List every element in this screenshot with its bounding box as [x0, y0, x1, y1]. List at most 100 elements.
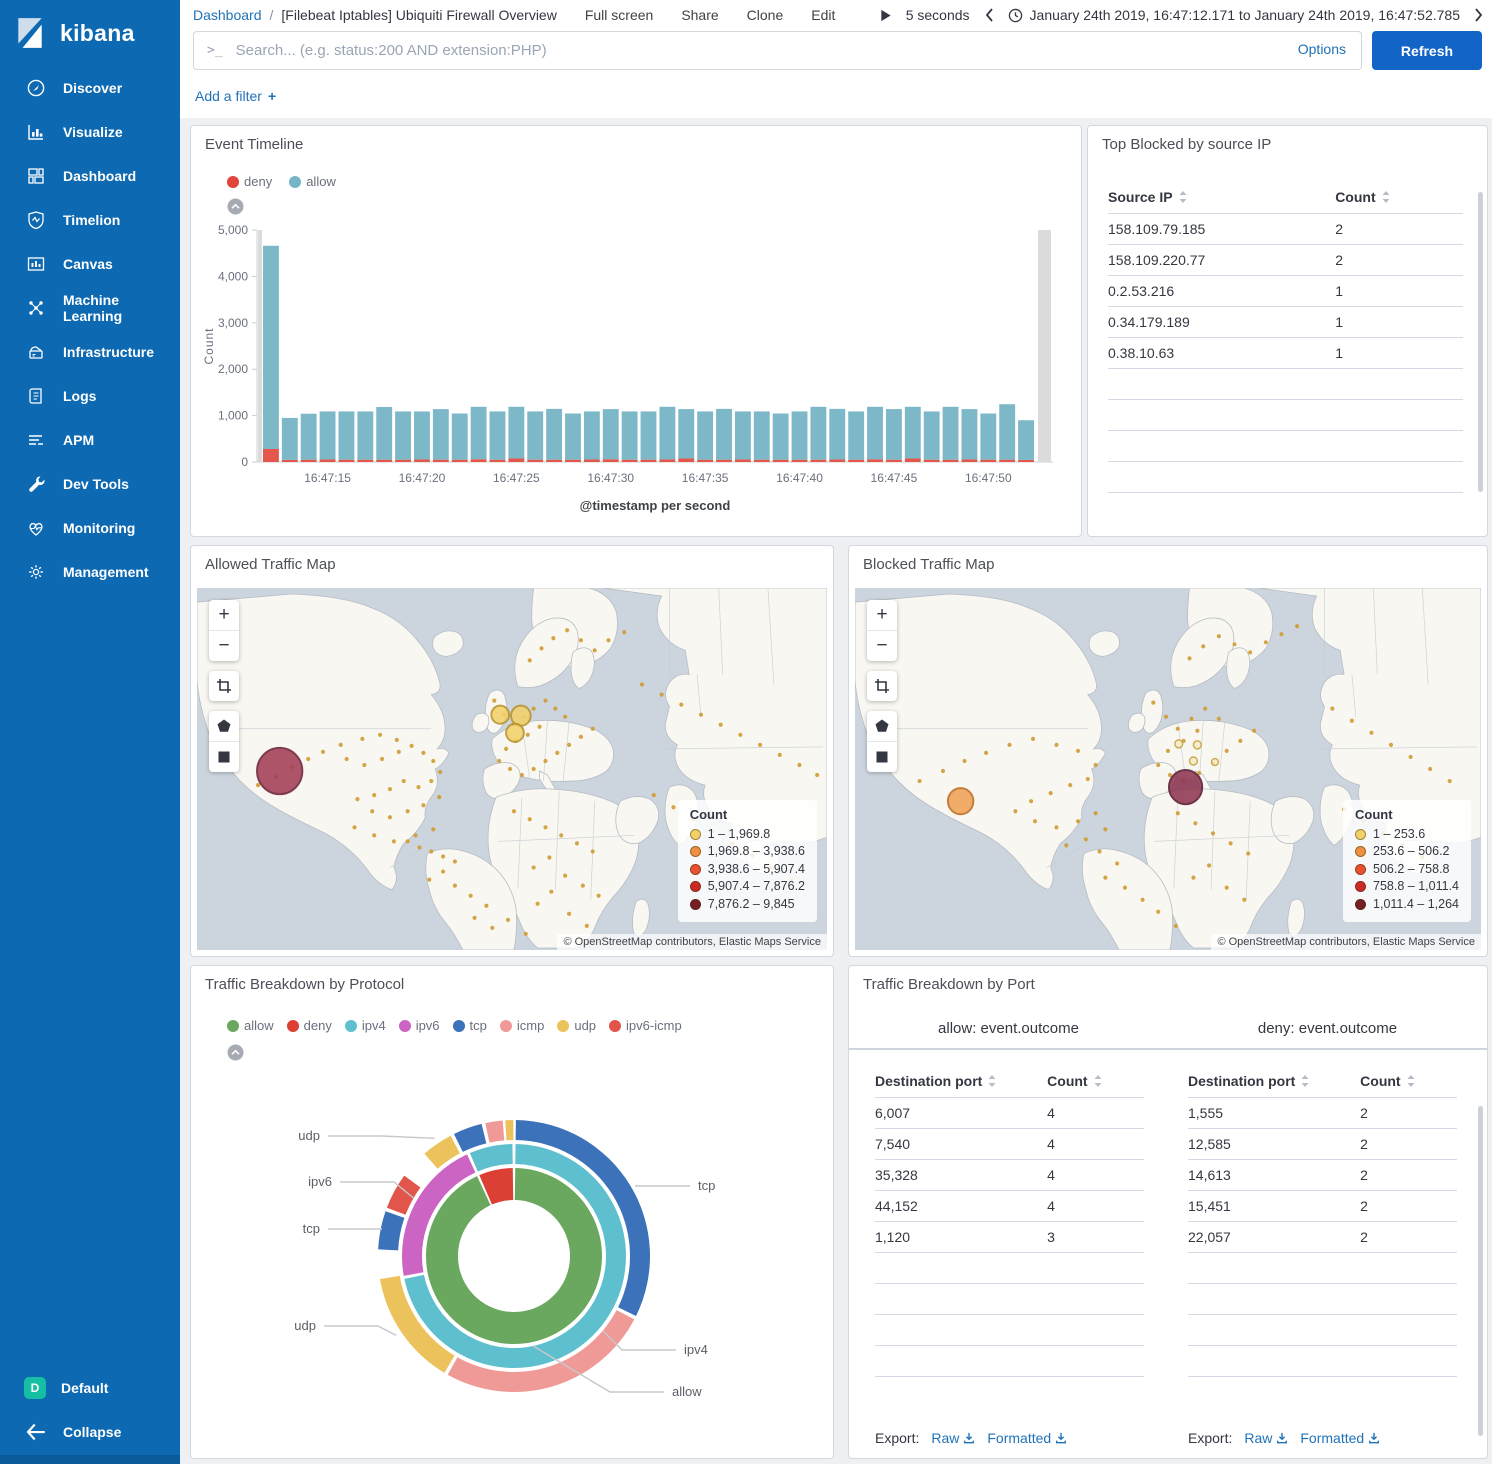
sunburst-segment-tcp[interactable]	[378, 1211, 404, 1250]
fit-data-bounds-button[interactable]	[209, 671, 239, 701]
menu-full-screen[interactable]: Full screen	[585, 7, 653, 23]
protocol-sunburst-chart[interactable]: udpipv6tcpudptcpipv4allow	[192, 1064, 832, 1454]
legend-item-udp[interactable]: udp	[557, 1018, 596, 1033]
legend-item-deny[interactable]: deny	[227, 174, 272, 189]
timeline-legend: deny allow	[227, 174, 336, 189]
legend-collapse-icon[interactable]	[227, 198, 244, 215]
refresh-interval[interactable]: 5 seconds	[906, 7, 970, 23]
sunburst-segment-icmp[interactable]	[485, 1120, 504, 1142]
draw-rectangle-button[interactable]	[867, 741, 897, 772]
kibana-logo[interactable]: kibana	[0, 0, 180, 66]
export-formatted-link[interactable]: Formatted	[1300, 1430, 1380, 1446]
map-bubble-marker[interactable]	[257, 748, 302, 794]
map-bubble-marker[interactable]	[1190, 757, 1198, 765]
map-bubble-marker[interactable]	[1193, 741, 1201, 749]
sidebar-item-label: Canvas	[63, 256, 113, 272]
fit-data-bounds-button[interactable]	[867, 671, 897, 701]
zoom-out-button[interactable]: −	[209, 630, 239, 661]
zoom-in-button[interactable]: +	[209, 600, 239, 630]
sidebar-item-visualize[interactable]: Visualize	[0, 110, 180, 154]
sidebar-collapse-button[interactable]: Collapse	[0, 1410, 180, 1454]
add-filter-button[interactable]: Add a filter +	[195, 88, 276, 104]
legend-item-allow[interactable]: allow	[289, 174, 336, 189]
legend-item-icmp[interactable]: icmp	[500, 1018, 544, 1033]
search-input[interactable]	[234, 41, 1361, 60]
map-bubble-marker[interactable]	[1175, 740, 1183, 748]
sidebar-item-logs[interactable]: Logs	[0, 374, 180, 418]
sidebar-item-discover[interactable]: Discover	[0, 66, 180, 110]
sidebar-item-dashboard[interactable]: Dashboard	[0, 154, 180, 198]
legend-dot-icon	[287, 1020, 299, 1032]
legend-circle-icon	[690, 899, 701, 910]
map-dot-marker	[539, 646, 543, 650]
allow-bar	[263, 246, 279, 449]
legend-collapse-icon[interactable]	[227, 1044, 244, 1061]
table-cell: 2	[1335, 221, 1463, 237]
map-dot-marker	[1156, 910, 1160, 914]
menu-edit[interactable]: Edit	[811, 7, 835, 23]
play-icon[interactable]	[880, 9, 892, 22]
sunburst-segment-tcp[interactable]	[454, 1124, 486, 1152]
sidebar-item-dev-tools[interactable]: Dev Tools	[0, 462, 180, 506]
map-bubble-marker[interactable]	[511, 706, 531, 726]
map-dot-marker	[549, 890, 553, 894]
sidebar-item-monitoring[interactable]: Monitoring	[0, 506, 180, 550]
map-bubble-marker[interactable]	[491, 706, 509, 724]
draw-polygon-button[interactable]	[209, 711, 239, 741]
map-bubble-marker[interactable]	[948, 788, 973, 814]
scrollbar-thumb[interactable]	[1478, 1106, 1483, 1436]
time-prev-icon[interactable]	[984, 7, 994, 23]
legend-item-tcp[interactable]: tcp	[453, 1018, 487, 1033]
column-header-destination-port[interactable]: Destination port	[875, 1073, 1047, 1089]
timeline-bar-chart[interactable]: 01,0002,0003,0004,0005,000Count16:47:151…	[197, 222, 1073, 528]
options-link[interactable]: Options	[1298, 41, 1346, 57]
deny-bar	[301, 460, 317, 462]
sunburst-segment-ipv4[interactable]	[470, 1144, 513, 1171]
draw-rectangle-button[interactable]	[209, 741, 239, 772]
map-bubble-marker[interactable]	[506, 724, 524, 742]
export-raw-link[interactable]: Raw	[1244, 1430, 1288, 1446]
export-formatted-link[interactable]: Formatted	[987, 1430, 1067, 1446]
scrollbar-thumb[interactable]	[1478, 192, 1483, 492]
sidebar-item-canvas[interactable]: Canvas	[0, 242, 180, 286]
sidebar-item-apm[interactable]: APM	[0, 418, 180, 462]
map-bubble-marker[interactable]	[1212, 758, 1219, 765]
canvas-icon	[26, 254, 46, 274]
map-dot-marker	[473, 916, 477, 920]
legend-item-ipv6[interactable]: ipv6	[399, 1018, 440, 1033]
sidebar-item-infrastructure[interactable]: Infrastructure	[0, 330, 180, 374]
menu-clone[interactable]: Clone	[747, 7, 784, 23]
sidebar-item-management[interactable]: Management	[0, 550, 180, 594]
allowed-map-canvas[interactable]: + − Count 1 – 1,969.81,969.8 – 3,9	[197, 588, 827, 950]
legend-item-ipv6-icmp[interactable]: ipv6-icmp	[609, 1018, 682, 1033]
blocked-map-canvas[interactable]: + − Count 1 – 253.6253.6 – 506.250	[855, 588, 1481, 950]
column-header-count[interactable]: Count	[1047, 1073, 1144, 1089]
time-next-icon[interactable]	[1474, 7, 1484, 23]
sidebar-item-machine-learning[interactable]: Machine Learning	[0, 286, 180, 330]
refresh-button[interactable]: Refresh	[1372, 31, 1482, 70]
deny-bar	[452, 460, 468, 462]
map-dot-marker	[565, 628, 569, 632]
column-header-count[interactable]: Count	[1360, 1073, 1457, 1089]
legend-item-allow[interactable]: allow	[227, 1018, 274, 1033]
legend-item-deny[interactable]: deny	[287, 1018, 332, 1033]
deny-bar	[376, 460, 392, 462]
sidebar-item-default-space[interactable]: D Default	[0, 1366, 180, 1410]
zoom-in-button[interactable]: +	[867, 600, 897, 630]
column-header-source-ip[interactable]: Source IP	[1108, 189, 1335, 205]
time-range-picker[interactable]: January 24th 2019, 16:47:12.171 to Janua…	[1008, 7, 1460, 23]
table-cell: 2	[1360, 1105, 1457, 1121]
sunburst-segment-allow[interactable]	[426, 1168, 602, 1344]
menu-share[interactable]: Share	[681, 7, 718, 23]
legend-circle-icon	[1355, 829, 1366, 840]
column-header-destination-port[interactable]: Destination port	[1188, 1073, 1360, 1089]
draw-polygon-button[interactable]	[867, 711, 897, 741]
export-raw-link[interactable]: Raw	[931, 1430, 975, 1446]
column-header-count[interactable]: Count	[1335, 189, 1463, 205]
sidebar-item-timelion[interactable]: Timelion	[0, 198, 180, 242]
legend-item-ipv4[interactable]: ipv4	[345, 1018, 386, 1033]
map-bubble-marker[interactable]	[1169, 770, 1202, 804]
zoom-out-button[interactable]: −	[867, 630, 897, 661]
sunburst-segment-udp[interactable]	[505, 1120, 513, 1140]
breadcrumb-dashboard-link[interactable]: Dashboard	[193, 7, 262, 23]
